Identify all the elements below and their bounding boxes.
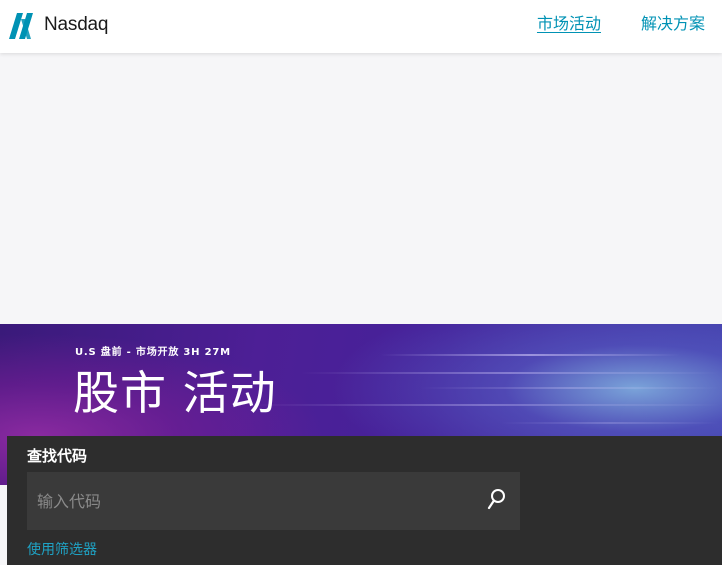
hero-streak bbox=[500, 422, 720, 424]
search-box bbox=[27, 472, 520, 530]
search-icon bbox=[487, 488, 507, 514]
hero-streak bbox=[420, 387, 720, 389]
nasdaq-logo[interactable]: Nasdaq bbox=[7, 9, 108, 41]
search-button[interactable] bbox=[474, 472, 520, 530]
market-status: U.S 盘前 - 市场开放 3H 27M bbox=[75, 347, 231, 358]
nav-item-solutions[interactable]: 解决方案 bbox=[641, 14, 705, 34]
symbol-search-input[interactable] bbox=[27, 472, 474, 530]
nasdaq-logo-icon bbox=[7, 9, 39, 41]
top-nav: 市场活动 解决方案 bbox=[537, 14, 705, 34]
nav-item-market-activity[interactable]: 市场活动 bbox=[537, 14, 601, 34]
logo-text: Nasdaq bbox=[44, 14, 109, 35]
hero-streak bbox=[380, 354, 680, 356]
site-header: Nasdaq 市场活动 解决方案 bbox=[0, 0, 722, 53]
page-title: 股市 活动 bbox=[73, 366, 277, 420]
hero-streak bbox=[250, 404, 720, 406]
use-screener-link[interactable]: 使用筛选器 bbox=[27, 539, 97, 559]
symbol-search-panel: 查找代码 使用筛选器 bbox=[7, 436, 722, 565]
content-placeholder bbox=[0, 53, 722, 324]
hero-streak bbox=[300, 372, 720, 374]
search-heading: 查找代码 bbox=[27, 447, 88, 465]
